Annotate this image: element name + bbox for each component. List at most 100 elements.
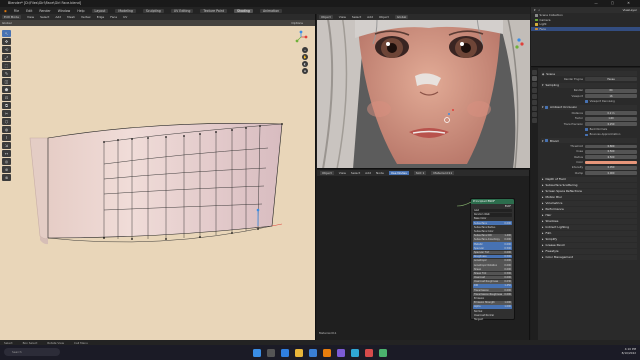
node-input-ior[interactable]: IOR 1.450: [473, 284, 512, 288]
poly-build-tool-icon[interactable]: ◍: [2, 126, 11, 133]
shear-tool-icon[interactable]: ⊕: [2, 166, 11, 173]
edge-browser-icon[interactable]: [281, 348, 289, 357]
node-input-subsurface-color[interactable]: Subsurface Color: [473, 230, 512, 234]
zoom-icon[interactable]: +: [302, 47, 308, 53]
maximize-button[interactable]: ▢: [611, 1, 620, 5]
app-icon-red[interactable]: [365, 348, 373, 357]
bloom-section[interactable]: ▾ Bloom: [541, 138, 637, 144]
node-input-anisotropic[interactable]: Anisotropic 0.000: [473, 259, 512, 263]
tab-layout[interactable]: Layout: [91, 8, 109, 13]
node-input-specular[interactable]: Specular 0.500: [473, 246, 512, 251]
app-icon-purple[interactable]: [337, 348, 345, 357]
bloom-knee-field[interactable]: 0.500: [585, 149, 637, 154]
tab-shading[interactable]: Shading: [234, 8, 253, 13]
shader-node-editor[interactable]: Object View Select Add Node Use Nodes Sl…: [317, 170, 530, 340]
subsurface-scattering-section[interactable]: ▸ Subsurface Scattering: [541, 182, 637, 188]
node-input-base-color[interactable]: Base Color: [473, 217, 512, 221]
bloom-radius-field[interactable]: 6.500: [585, 155, 637, 160]
mesh-band[interactable]: [0, 14, 316, 340]
navigation-gizmo-icon[interactable]: [294, 30, 308, 44]
film-section[interactable]: ▸ Film: [541, 230, 637, 236]
color-management-section[interactable]: ▸ Color Management: [541, 254, 637, 260]
node-input-transmission-roughness[interactable]: Transmission Roughness 0.000: [473, 292, 512, 297]
tab-uv-editing[interactable]: UV Editing: [170, 8, 194, 13]
node-input-sheen-tint[interactable]: Sheen Tint 0.500: [473, 271, 512, 276]
node-input-random-walk[interactable]: Random Walk: [473, 212, 512, 217]
menu-select-rt[interactable]: Select: [352, 15, 361, 19]
factor-field[interactable]: 1.00: [585, 116, 637, 121]
node-input-emission-strength[interactable]: Emission Strength 1.000: [473, 300, 512, 305]
menu-window[interactable]: Window: [58, 9, 71, 13]
taskbar-search-input[interactable]: Search: [4, 348, 60, 356]
bounces-approx-row[interactable]: Bounces Approximation: [541, 133, 637, 138]
blender-taskbar-icon[interactable]: [323, 348, 331, 357]
node-input-clearcoat-normal[interactable]: Clearcoat Normal: [473, 313, 512, 317]
shrink-fatten-tool-icon[interactable]: ◎: [2, 158, 11, 165]
node-input-ggx[interactable]: GGX: [473, 208, 512, 213]
app-icon-cyan[interactable]: [351, 348, 359, 357]
node-input-subsurface[interactable]: Subsurface 0.000: [473, 221, 512, 225]
node-input-clearcoat-roughness[interactable]: Clearcoat Roughness 0.030: [473, 279, 512, 284]
close-button[interactable]: ✕: [627, 1, 636, 5]
spin-tool-icon[interactable]: ⌇: [2, 134, 11, 141]
node-input-subsurface-radius[interactable]: Subsurface Radius: [473, 226, 512, 230]
annotate-tool-icon[interactable]: ✎: [2, 70, 11, 77]
system-tray-clock[interactable]: 4:10 PM 8/10/2022: [622, 347, 636, 355]
viewport-field[interactable]: 16: [585, 94, 637, 99]
transform-tool-icon[interactable]: ⬚: [2, 62, 11, 69]
left-3d-viewport[interactable]: Edit Mode View Select Add Mesh Vertex Ed…: [0, 14, 316, 340]
tab-modeling[interactable]: Modeling: [115, 8, 136, 13]
outliner-filter-icon[interactable]: ▾: [534, 8, 536, 12]
extrude-tool-icon[interactable]: ⬟: [2, 86, 11, 93]
cursor-tool-icon[interactable]: ✥: [2, 38, 11, 45]
node-input-normal[interactable]: Normal: [473, 309, 512, 313]
ambient-occlusion-checkbox[interactable]: [545, 106, 549, 109]
task-view-icon[interactable]: [267, 348, 275, 357]
bent-normals-checkbox[interactable]: [585, 128, 588, 131]
node-input-tangent[interactable]: Tangent: [473, 318, 512, 322]
node-input-specular-tint[interactable]: Specular Tint 0.000: [473, 250, 512, 255]
window-controls[interactable]: — ▢ ✕: [594, 0, 636, 7]
bevel-tool-icon[interactable]: ⧉: [2, 102, 11, 109]
node-input-transmission[interactable]: Transmission 0.000: [473, 288, 512, 292]
orientation-rt[interactable]: Global: [394, 15, 409, 19]
tab-sculpting[interactable]: Sculpting: [142, 8, 164, 13]
start-menu-icon[interactable]: [253, 348, 261, 357]
pan-icon[interactable]: ✋: [302, 54, 308, 60]
trace-precision-field[interactable]: 0.250: [585, 122, 637, 126]
outliner-panel[interactable]: ▾ ⌕ ViewLayer Scene Collection Camera Li…: [531, 7, 640, 67]
inset-tool-icon[interactable]: ⊡: [2, 94, 11, 101]
rotate-tool-icon[interactable]: ⟲: [2, 46, 11, 53]
render-field[interactable]: 64: [585, 88, 637, 93]
shadows-section[interactable]: ▸ Shadows: [541, 218, 637, 224]
blender-logo-icon[interactable]: ◉: [4, 9, 7, 13]
freestyle-section[interactable]: ▸ Freestyle: [541, 248, 637, 254]
node-input-roughness[interactable]: Roughness 0.500: [473, 254, 512, 259]
smooth-tool-icon[interactable]: ⇲: [2, 142, 11, 149]
node-input-alpha[interactable]: Alpha 1.000: [473, 305, 512, 309]
volumetrics-section[interactable]: ▸ Volumetrics: [541, 200, 637, 206]
node-input-emission[interactable]: Emission: [473, 297, 512, 301]
ambient-occlusion-section[interactable]: ▾ Ambient Occlusion: [541, 104, 637, 110]
store-icon[interactable]: [309, 348, 317, 357]
minimize-button[interactable]: —: [594, 1, 603, 5]
viewport-denoising-checkbox[interactable]: [585, 100, 588, 103]
menu-view-rt[interactable]: View: [339, 15, 346, 19]
node-output-socket[interactable]: BSDF: [473, 205, 512, 209]
node-input-subsurface-anisotropy[interactable]: Subsurface Anisotropy 0.000: [473, 238, 512, 242]
hair-section[interactable]: ▸ Hair: [541, 212, 637, 218]
bent-normals-row[interactable]: Bent Normals: [541, 127, 637, 132]
select-tool-icon[interactable]: ↖: [2, 30, 11, 37]
properties-panel[interactable]: ◈ Scene Render Engine Eevee ▾ Sampling R…: [531, 68, 640, 340]
use-nodes-toggle[interactable]: Use Nodes: [388, 171, 409, 175]
viewport-denoising-row[interactable]: Viewport Denoising: [541, 99, 637, 104]
simplify-section[interactable]: ▸ Simplify: [541, 236, 637, 242]
outliner-search-icon[interactable]: ⌕: [539, 8, 541, 12]
node-input-clearcoat[interactable]: Clearcoat 0.000: [473, 275, 512, 280]
distance-field[interactable]: 0.2 m: [585, 111, 637, 116]
menu-object-rt[interactable]: Object: [379, 15, 389, 19]
knife-tool-icon[interactable]: ⬡: [2, 118, 11, 125]
modifier-tab-icon[interactable]: [532, 112, 537, 117]
menu-render[interactable]: Render: [39, 9, 50, 13]
render-preview-viewport[interactable]: Object View Select Add Object Global: [317, 14, 530, 169]
